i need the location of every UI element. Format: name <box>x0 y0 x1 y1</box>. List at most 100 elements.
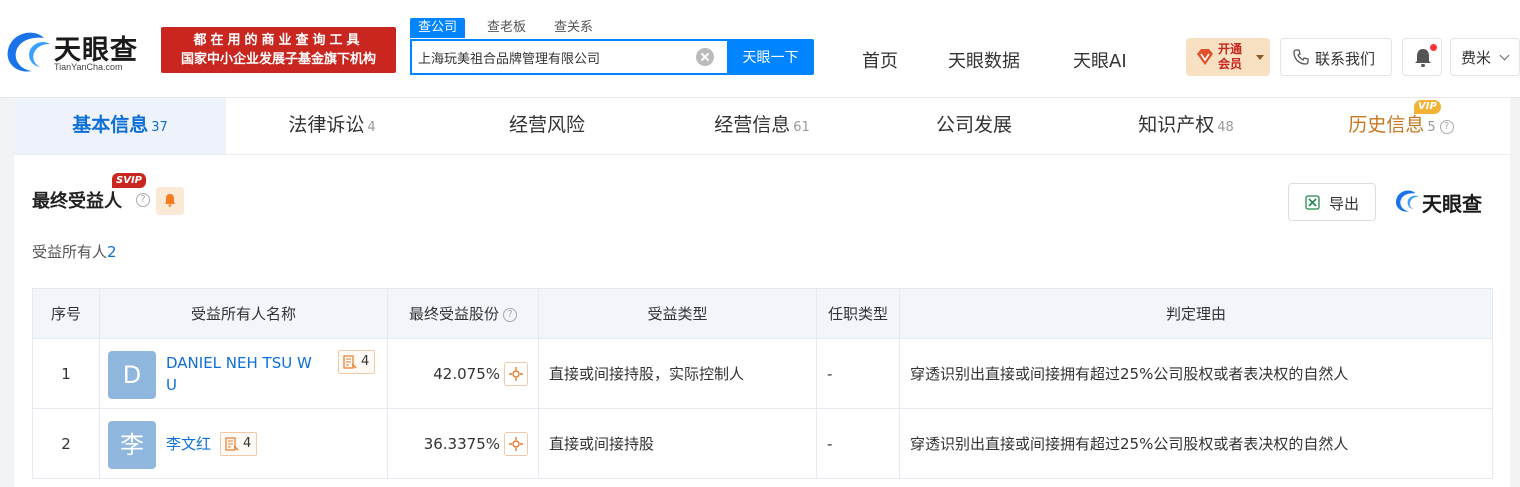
row-name-cell: 李 李文红 4 <box>99 408 388 479</box>
row-index: 2 <box>32 408 100 479</box>
user-name: 费米 <box>1461 49 1492 67</box>
notification-button[interactable] <box>1402 38 1442 76</box>
column-header-position-type: 任职类型 <box>816 288 900 339</box>
row-share-cell: 42.075% <box>387 338 539 409</box>
contact-label: 联系我们 <box>1315 50 1376 68</box>
user-menu[interactable]: 费米 <box>1450 38 1520 76</box>
person-name-link[interactable]: 李文红 <box>166 433 211 455</box>
row-benefit-type: 直接或间接持股 <box>538 408 817 479</box>
owner-count-number: 2 <box>107 243 117 261</box>
case-count: 4 <box>361 353 370 369</box>
vip-button[interactable]: 开通会员 <box>1186 38 1270 76</box>
network-icon <box>509 366 523 381</box>
tab-count: 5 <box>1427 120 1436 135</box>
tab-legal[interactable]: 法律诉讼 4 <box>226 98 438 154</box>
row-benefit-type: 直接或间接持股，实际控制人 <box>538 338 817 409</box>
logo-subtext: TianYanCha.com <box>54 62 123 72</box>
tab-label: 知识产权 <box>1138 114 1215 136</box>
tab-label: 经营信息 <box>714 114 791 136</box>
tab-ip[interactable]: 知识产权 48 <box>1080 98 1292 154</box>
phone-icon <box>1293 49 1309 65</box>
chevron-down-icon <box>1499 50 1510 61</box>
tab-risk[interactable]: 经营风险 <box>438 98 656 154</box>
export-label: 导出 <box>1329 195 1360 213</box>
document-icon <box>225 436 239 451</box>
notification-dot <box>1430 44 1437 51</box>
search-input[interactable] <box>418 41 698 73</box>
person-name-line1: DANIEL NEH TSU W <box>166 353 312 372</box>
search-button[interactable]: 天眼一下 <box>727 39 814 75</box>
equity-structure-icon[interactable] <box>504 361 528 386</box>
slogan-line2: 国家中小企业发展子基金旗下机构 <box>180 52 376 67</box>
tab-count: 48 <box>1217 120 1234 135</box>
column-header-name: 受益所有人名称 <box>99 288 388 339</box>
share-value: 36.3375% <box>423 434 500 453</box>
export-button[interactable]: 导出 <box>1288 183 1376 221</box>
diamond-icon <box>1197 49 1213 65</box>
row-name-cell: D DANIEL NEH TSU W U 4 <box>99 338 388 409</box>
svip-badge: SVIP <box>112 173 146 188</box>
case-count-badge[interactable]: 4 <box>338 349 376 374</box>
tab-history[interactable]: 历史信息 5? VIP <box>1292 98 1510 154</box>
tab-development[interactable]: 公司发展 <box>868 98 1080 154</box>
person-name-link[interactable]: DANIEL NEH TSU W U <box>166 352 332 396</box>
network-icon <box>509 436 523 451</box>
row-index: 1 <box>32 338 100 409</box>
caret-down-icon <box>1256 55 1264 60</box>
tianyancha-logo-icon <box>1395 190 1419 212</box>
nav-data[interactable]: 天眼数据 <box>948 47 1020 73</box>
tab-label: 法律诉讼 <box>288 114 365 136</box>
tianyancha-watermark: 天眼查 <box>1394 187 1494 217</box>
equity-structure-icon[interactable] <box>504 431 528 456</box>
owner-count-label: 受益所有人 <box>32 243 108 261</box>
table-row: 2 李 李文红 4 36.3375% 直接或间接持股 - 穿透识别出直接或间接拥… <box>32 408 1493 479</box>
tianyancha-logo[interactable]: 天眼查 TianYanCha.com <box>4 28 156 78</box>
search-box <box>410 39 728 75</box>
tab-label: 经营风险 <box>508 114 585 136</box>
tab-count: 4 <box>367 120 376 135</box>
column-header-index: 序号 <box>32 288 100 339</box>
row-reason: 穿透识别出直接或间接拥有超过25%公司股权或者表决权的自然人 <box>899 408 1493 479</box>
beneficiary-panel: 最终受益人 SVIP ? 导出 天眼查 受益所有人2 序号 受益所有人名称 最终… <box>14 154 1510 487</box>
document-icon <box>343 354 357 369</box>
search-tab-relation[interactable]: 查关系 <box>554 18 593 38</box>
person-name-line2: U <box>166 375 177 394</box>
top-header: 天眼查 TianYanCha.com 都在用的商业查询工具 国家中小企业发展子基… <box>0 0 1520 98</box>
help-icon[interactable]: ? <box>503 308 517 322</box>
column-header-reason: 判定理由 <box>899 288 1493 339</box>
search-tab-boss[interactable]: 查老板 <box>487 18 526 38</box>
tab-basic-info[interactable]: 基本信息 37 <box>14 98 226 154</box>
monitor-alert-button[interactable] <box>156 187 184 215</box>
help-icon[interactable]: ? <box>136 193 150 207</box>
company-tabs: 基本信息 37 法律诉讼 4 经营风险 经营信息 61 公司发展 知识产权 48 历史信… <box>14 98 1510 154</box>
case-count: 4 <box>243 435 252 451</box>
contact-button[interactable]: 联系我们 <box>1280 38 1392 76</box>
column-header-share-label: 最终受益股份 <box>408 305 499 323</box>
tab-label: 历史信息 <box>1348 114 1425 136</box>
avatar[interactable]: D <box>108 350 156 399</box>
bell-icon <box>1415 49 1431 67</box>
nav-ai[interactable]: 天眼AI <box>1073 47 1127 73</box>
help-icon[interactable]: ? <box>1439 120 1454 134</box>
tianyancha-logo-icon <box>7 32 50 72</box>
excel-icon <box>1305 195 1320 210</box>
column-header-share: 最终受益股份? <box>387 288 539 339</box>
clear-icon[interactable] <box>696 48 714 66</box>
watermark-text: 天眼查 <box>1422 192 1482 216</box>
vip-label: 开通会员 <box>1218 42 1243 71</box>
owner-count: 受益所有人2 <box>32 241 117 262</box>
search-tab-company[interactable]: 查公司 <box>410 18 466 38</box>
tab-count: 61 <box>793 120 810 135</box>
nav-home[interactable]: 首页 <box>862 47 898 73</box>
share-value: 42.075% <box>433 364 500 383</box>
tab-count: 37 <box>151 120 168 135</box>
row-position-type: - <box>816 338 900 409</box>
avatar[interactable]: 李 <box>108 420 156 469</box>
row-share-cell: 36.3375% <box>387 408 539 479</box>
tab-label: 基本信息 <box>72 114 149 136</box>
section-title: 最终受益人 <box>32 191 122 212</box>
tab-operation[interactable]: 经营信息 61 <box>656 98 868 154</box>
case-count-badge[interactable]: 4 <box>220 431 258 456</box>
beneficiary-table: 序号 受益所有人名称 最终受益股份? 受益类型 任职类型 判定理由 1 D DA… <box>32 288 1493 479</box>
table-header-row: 序号 受益所有人名称 最终受益股份? 受益类型 任职类型 判定理由 <box>32 288 1493 339</box>
